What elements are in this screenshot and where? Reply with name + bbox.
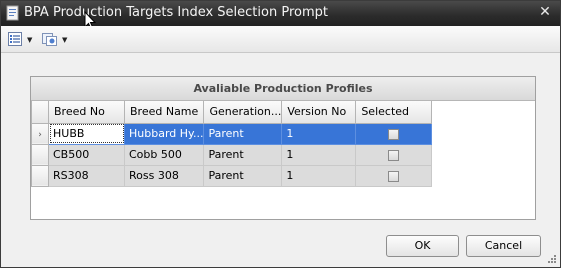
table-row[interactable]: RS308 Ross 308 Parent 1 [31,164,433,187]
row-indicator[interactable] [31,164,49,187]
chevron-down-icon: ▼ [62,36,68,44]
dialog-content: Avaliable Production Profiles Breed No B… [1,54,560,267]
column-header-generation[interactable]: Generation... [203,101,283,124]
row-indicator[interactable]: › [31,122,49,145]
cell-version-no[interactable]: 1 [281,143,357,166]
column-header-version-no[interactable]: Version No [281,101,357,124]
cell-version-no[interactable]: 1 [281,122,357,145]
table-row[interactable]: › HUBB Hubbard Hy... Parent 1 [31,122,433,145]
column-header-selected[interactable]: Selected [355,101,433,124]
toolbar: ▼ ▼ [1,26,560,53]
layout-menu-button[interactable]: ▼ [41,30,67,50]
cell-version-no[interactable]: 1 [281,164,357,187]
chevron-right-icon: › [38,130,42,140]
list-icon [7,31,23,50]
cell-breed-name[interactable]: Ross 308 [123,164,205,187]
window-title: BPA Production Targets Index Selection P… [24,5,328,20]
cell-selected[interactable] [355,122,433,145]
row-header-corner [31,101,49,124]
list-menu-button[interactable]: ▼ [7,30,32,50]
column-header-breed-name[interactable]: Breed Name [123,101,205,124]
close-button[interactable]: ✕ [538,4,552,20]
cell-selected[interactable] [355,143,433,166]
grid-caption: Avaliable Production Profiles [31,77,535,101]
table-header-row: Breed No Breed Name Generation... Versio… [31,101,433,124]
selected-checkbox[interactable] [388,170,400,182]
cell-breed-no[interactable]: RS308 [48,164,125,187]
cell-generation[interactable]: Parent [203,164,283,187]
profiles-grid: Avaliable Production Profiles Breed No B… [30,76,536,220]
cell-selected[interactable] [355,164,433,187]
cell-generation[interactable]: Parent [203,122,283,145]
cell-breed-name[interactable]: Hubbard Hy... [123,122,205,145]
document-icon [5,5,21,21]
cancel-button[interactable]: Cancel [466,235,541,257]
ok-button[interactable]: OK [386,235,459,257]
table-row[interactable]: CB500 Cobb 500 Parent 1 [31,143,433,166]
resize-grip-icon[interactable] [545,252,557,264]
layout-icon [41,31,58,50]
cell-breed-name[interactable]: Cobb 500 [123,143,205,166]
dialog-window: BPA Production Targets Index Selection P… [0,0,561,268]
selected-checkbox[interactable] [388,128,400,140]
cell-generation[interactable]: Parent [203,143,283,166]
chevron-down-icon: ▼ [27,36,33,44]
profiles-table: Breed No Breed Name Generation... Versio… [31,101,433,187]
cell-breed-no[interactable]: HUBB [48,122,125,145]
column-header-breed-no[interactable]: Breed No [48,101,125,124]
selected-checkbox[interactable] [388,149,400,161]
row-indicator[interactable] [31,143,49,166]
cell-breed-no[interactable]: CB500 [48,143,125,166]
